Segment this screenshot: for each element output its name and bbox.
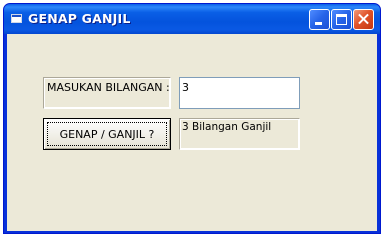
check-even-odd-button[interactable]: GENAP / GANJIL ? <box>43 118 171 150</box>
minimize-button[interactable] <box>309 9 330 30</box>
number-input-value: 3 <box>182 81 189 94</box>
form-client-area: MASUKAN BILANGAN : 3 GENAP / GANJIL ? 3 … <box>7 34 377 231</box>
title-bar[interactable]: GENAP GANJIL <box>4 4 380 34</box>
close-button[interactable] <box>353 9 374 30</box>
prompt-label-box: MASUKAN BILANGAN : <box>43 77 171 109</box>
result-label-box: 3 Bilangan Ganjil <box>179 118 300 150</box>
check-button-label: GENAP / GANJIL ? <box>59 128 155 141</box>
window-title: GENAP GANJIL <box>28 11 131 26</box>
result-text: 3 Bilangan Ganjil <box>182 121 272 133</box>
maximize-icon <box>336 14 347 25</box>
app-window-icon[interactable] <box>11 14 22 23</box>
number-input[interactable]: 3 <box>179 77 300 109</box>
maximize-button[interactable] <box>331 9 352 30</box>
prompt-label: MASUKAN BILANGAN : <box>47 81 170 94</box>
minimize-icon <box>315 22 322 25</box>
application-window: GENAP GANJIL MASUKAN BILANGAN : 3 GENAP … <box>3 3 381 234</box>
close-icon <box>354 10 373 29</box>
